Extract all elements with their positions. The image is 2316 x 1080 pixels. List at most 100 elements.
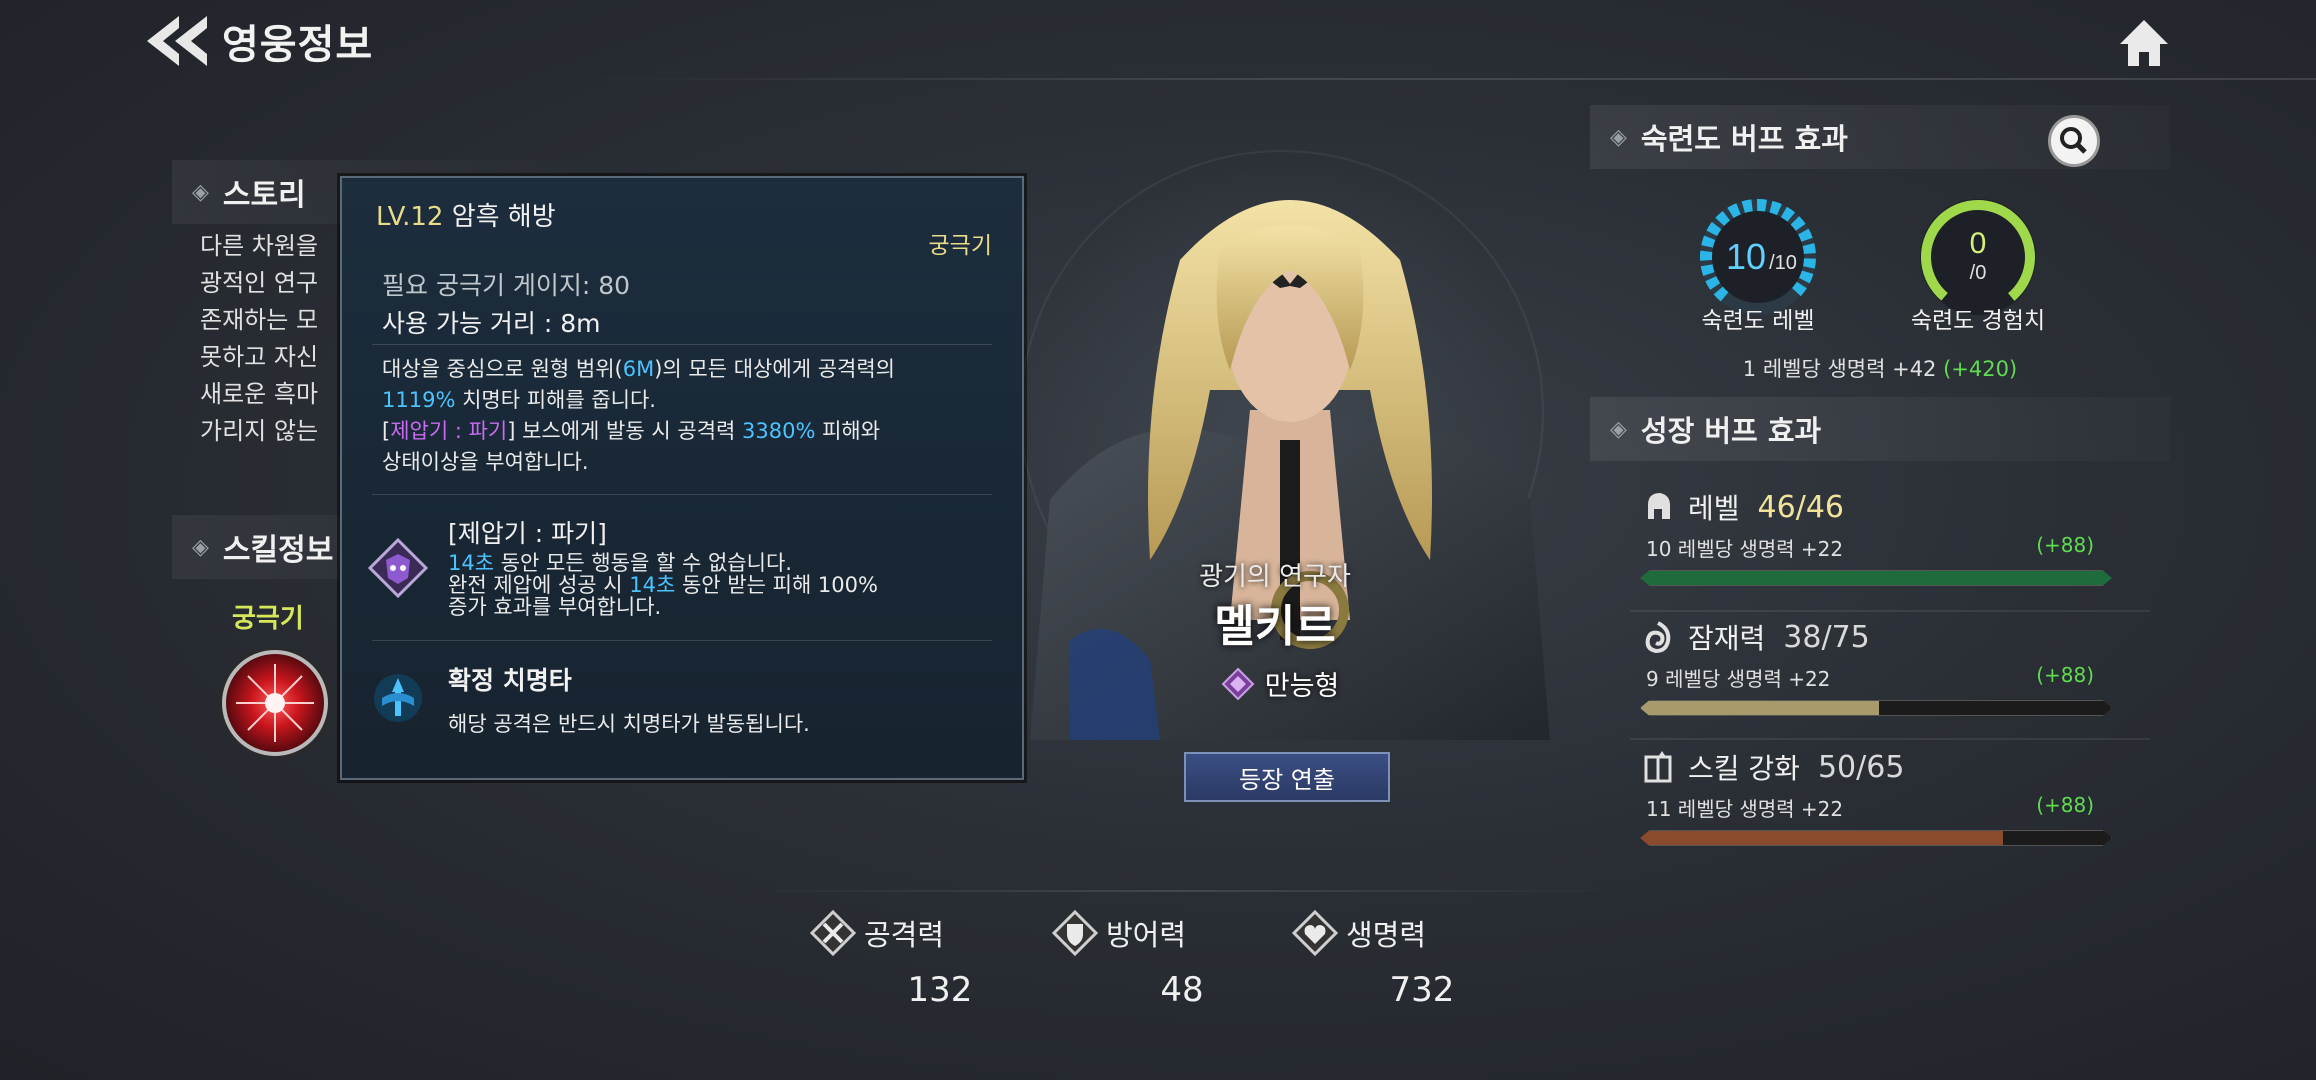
tooltip-divider — [372, 494, 992, 495]
growth-progress-bar — [1640, 570, 2112, 586]
class-icon — [1221, 667, 1255, 700]
mastery-bonus-text: 1 레벨당 생명력 +42 — [1742, 357, 1937, 381]
growth-item-bonus: (+88) — [2036, 533, 2094, 557]
mastery-exp-value: 0 — [1970, 227, 1987, 260]
attack-label: 공격력 — [864, 918, 945, 952]
growth-item-desc: 9 레벨당 생명력 +22 — [1646, 667, 1831, 691]
tooltip-range-value: 8m — [560, 309, 601, 338]
growth-divider — [1630, 738, 2150, 740]
growth-item-skill-enhance: 스킬 강화 50/65 11 레벨당 생명력 +22 (+88) — [1640, 747, 2120, 846]
story-line: 광적인 연구 — [200, 269, 319, 297]
search-icon — [2060, 127, 2087, 154]
hp-value: 732 — [1389, 970, 1455, 1010]
book-icon — [1644, 751, 1672, 783]
diamond-icon: ◈ — [192, 179, 209, 205]
story-title: 스토리 — [222, 178, 306, 213]
tooltip-description: 대상을 중심으로 원형 범위(6M)의 모든 대상에게 공격력의 1119% 치… — [382, 354, 992, 478]
feature-suppress-title: [제압기 : 파기] — [448, 519, 607, 548]
feature-suppress-desc: 14초 동안 모든 행동을 할 수 없습니다. 완전 제압에 성공 시 14초 … — [448, 551, 878, 619]
desc-line: 1119% 치명타 피해를 줍니다. — [382, 388, 656, 412]
stat-attack: 공격력 132 — [810, 910, 1030, 1010]
growth-item-name: 잠재력 — [1688, 622, 1766, 655]
story-line: 가리지 않는 — [200, 417, 319, 445]
crit-icon — [374, 674, 422, 722]
growth-item-value: 38/75 — [1783, 619, 1870, 655]
growth-header: ◈ 성장 버프 효과 — [1590, 397, 2170, 461]
desc-line: 상태이상을 부여합니다. — [382, 450, 589, 474]
desc-line: 대상을 중심으로 원형 범위(6M)의 모든 대상에게 공격력의 — [382, 357, 895, 381]
defense-value: 48 — [1160, 970, 1204, 1010]
tooltip-title: LV.12 암흑 해방 — [376, 196, 556, 233]
mastery-level-max: /10 — [1769, 252, 1797, 274]
diamond-icon: ◈ — [192, 534, 209, 560]
suppress-icon — [368, 538, 428, 598]
feature-crit-title: 확정 치명타 — [448, 666, 572, 695]
growth-item-value: 46/46 — [1757, 489, 1844, 525]
helmet-icon — [1648, 493, 1670, 519]
back-button[interactable] — [145, 14, 209, 68]
mastery-title: 숙련도 버프 효과 — [1640, 122, 1848, 156]
growth-progress-bar — [1640, 700, 2112, 716]
diamond-icon: ◈ — [1610, 416, 1627, 442]
mastery-exp-max: /0 — [1970, 262, 1987, 284]
skill-title: 스킬정보 — [222, 533, 334, 568]
story-line: 새로운 흑마 — [200, 380, 319, 408]
tooltip-range: 사용 가능 거리 : 8m — [382, 304, 600, 340]
tooltip-divider — [372, 344, 992, 345]
hp-label: 생명력 — [1346, 918, 1427, 952]
growth-progress-fill — [1641, 701, 1880, 715]
stat-defense: 방어력 48 — [1052, 910, 1272, 1010]
attack-icon — [810, 910, 856, 956]
growth-title: 성장 버프 효과 — [1640, 414, 1822, 448]
buff-panel: ◈ 숙련도 버프 효과 10 /10 0 /0 숙련도 레벨 숙련도 경험치 1… — [1590, 105, 2170, 865]
header-divider — [560, 78, 2316, 80]
page-title: 영웅정보 — [222, 22, 374, 68]
intro-cutscene-button[interactable]: 등장 연출 — [1184, 752, 1390, 802]
stat-hp: 생명력 732 — [1292, 910, 1512, 1010]
home-button[interactable] — [2118, 18, 2170, 68]
mastery-level-value: 10 — [1726, 236, 1766, 277]
tooltip-gauge: 필요 궁극기 게이지: 80 — [382, 271, 631, 300]
tooltip-skill-type: 궁극기 — [928, 233, 992, 259]
ultimate-skill-icon[interactable] — [222, 650, 328, 756]
defense-label: 방어력 — [1106, 918, 1187, 952]
tab-ultimate[interactable]: 궁극기 — [232, 598, 304, 635]
mastery-bonus-total: (+420) — [1943, 357, 2018, 381]
mastery-info-button[interactable] — [2048, 115, 2100, 167]
growth-divider — [1630, 610, 2150, 612]
mastery-exp-label: 숙련도 경험치 — [1910, 308, 2046, 334]
tooltip-range-label: 사용 가능 거리 : — [382, 309, 553, 338]
tooltip-level: LV.12 — [376, 202, 444, 232]
growth-item-bonus: (+88) — [2036, 663, 2094, 687]
tooltip-skill-name: 암흑 해방 — [451, 202, 556, 232]
story-line: 못하고 자신 — [200, 343, 319, 371]
back-arrow-icon — [147, 16, 207, 66]
growth-progress-fill — [1641, 571, 2111, 585]
desc-line: [제압기 : 파기] 보스에게 발동 시 공격력 3380% 피해와 — [382, 419, 881, 443]
story-text: 다른 차원을 광적인 연구 존재하는 모 못하고 자신 새로운 흑마 가리지 않… — [200, 228, 350, 450]
hero-class: 만능형 — [1180, 664, 1380, 703]
hero-subtitle: 광기의 연구자 — [1199, 562, 1351, 592]
hero-portrait — [1030, 200, 1550, 740]
growth-item-desc: 11 레벨당 생명력 +22 — [1646, 797, 1844, 821]
stats-divider — [730, 890, 1630, 892]
hp-icon — [1292, 910, 1338, 956]
growth-item-potential: 잠재력 38/75 9 레벨당 생명력 +22 (+88) — [1640, 617, 2120, 716]
mastery-bonus: 1 레벨당 생명력 +42 (+420) — [1590, 353, 2170, 383]
growth-item-value: 50/65 — [1817, 749, 1905, 785]
growth-item-desc: 10 레벨당 생명력 +22 — [1646, 537, 1844, 561]
swirl-icon — [1645, 621, 1671, 654]
hero-name: 멜키르 — [1214, 601, 1336, 652]
tooltip-divider — [372, 640, 992, 641]
story-line: 존재하는 모 — [200, 306, 319, 334]
mastery-level-label: 숙련도 레벨 — [1701, 308, 1815, 334]
growth-item-bonus: (+88) — [2036, 793, 2094, 817]
feature-crit-desc: 해당 공격은 반드시 치명타가 발동됩니다. — [448, 712, 810, 736]
skill-tooltip: LV.12 암흑 해방 궁극기 필요 궁극기 게이지: 80 사용 가능 거리 … — [340, 176, 1024, 780]
defense-icon — [1052, 910, 1098, 956]
diamond-icon: ◈ — [1610, 124, 1627, 150]
growth-progress-bar — [1640, 830, 2112, 846]
home-icon — [2120, 20, 2168, 66]
growth-item-name: 레벨 — [1688, 492, 1740, 525]
hero-class-label: 만능형 — [1264, 671, 1340, 702]
